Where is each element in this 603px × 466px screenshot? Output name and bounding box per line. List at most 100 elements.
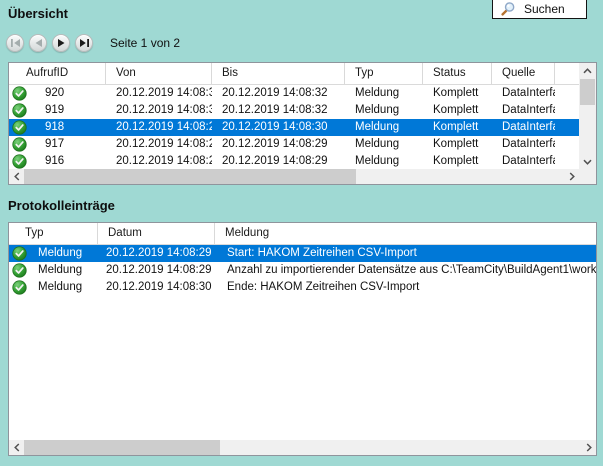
status-cell: Komplett xyxy=(423,85,492,102)
status-cell: Komplett xyxy=(423,136,492,153)
success-icon xyxy=(12,137,27,152)
quelle-cell: DataInterface xyxy=(492,85,555,102)
success-icon xyxy=(12,154,27,169)
column-header-filler xyxy=(555,63,579,84)
typ-cell: Meldung xyxy=(9,262,98,279)
column-header-bis[interactable]: Bis xyxy=(212,63,345,84)
protocol-table: Typ Datum Meldung Meldung20.12.2019 14:0… xyxy=(8,222,597,456)
von-cell: 20.12.2019 14:08:30 xyxy=(106,102,212,119)
typ-cell: Meldung xyxy=(9,245,98,262)
protocol-table-header: Typ Datum Meldung xyxy=(9,223,596,245)
horizontal-scrollbar-thumb[interactable] xyxy=(24,440,220,455)
table-row[interactable]: 91820.12.2019 14:08:2920.12.2019 14:08:3… xyxy=(9,119,579,136)
quelle-cell: DataInterface xyxy=(492,136,555,153)
typ-cell: Meldung xyxy=(345,85,423,102)
von-cell: 20.12.2019 14:08:29 xyxy=(106,136,212,153)
overview-table-header: AufrufID Von Bis Typ Status Quelle xyxy=(9,63,579,85)
quelle-cell: DataInterface xyxy=(492,119,555,136)
von-cell: 20.12.2019 14:08:32 xyxy=(106,85,212,102)
column-header-typ[interactable]: Typ xyxy=(9,223,98,244)
last-page-button[interactable] xyxy=(75,34,93,52)
aufrufid-cell: 919 xyxy=(9,102,106,119)
meldung-cell: Start: HAKOM Zeitreihen CSV-Import xyxy=(215,245,596,262)
first-page-icon xyxy=(11,39,20,47)
status-cell: Komplett xyxy=(423,119,492,136)
aufrufid-cell: 920 xyxy=(9,85,106,102)
bis-cell: 20.12.2019 14:08:30 xyxy=(212,119,345,136)
scroll-down-icon[interactable] xyxy=(579,154,596,169)
bis-cell: 20.12.2019 14:08:32 xyxy=(212,102,345,119)
table-row[interactable]: Meldung20.12.2019 14:08:29Anzahl zu impo… xyxy=(9,262,596,279)
meldung-cell: Ende: HAKOM Zeitreihen CSV-Import xyxy=(215,279,596,296)
success-icon xyxy=(12,263,27,278)
datum-cell: 20.12.2019 14:08:30 xyxy=(98,279,215,296)
vertical-scrollbar-thumb[interactable] xyxy=(580,79,595,105)
search-icon xyxy=(501,1,516,16)
column-header-quelle[interactable]: Quelle xyxy=(492,63,555,84)
typ-cell: Meldung xyxy=(9,279,98,296)
table-row[interactable]: 91920.12.2019 14:08:3020.12.2019 14:08:3… xyxy=(9,102,579,119)
success-icon xyxy=(12,103,27,118)
scrollbar-corner xyxy=(579,169,596,184)
bis-cell: 20.12.2019 14:08:29 xyxy=(212,153,345,169)
previous-page-button[interactable] xyxy=(29,34,47,52)
scroll-left-icon[interactable] xyxy=(9,169,24,184)
search-button-label: Suchen xyxy=(524,2,565,16)
next-page-button[interactable] xyxy=(52,34,70,52)
success-icon xyxy=(12,86,27,101)
quelle-cell: DataInterface xyxy=(492,102,555,119)
previous-page-icon xyxy=(35,39,42,47)
next-page-icon xyxy=(58,39,65,47)
table-row[interactable]: 92020.12.2019 14:08:3220.12.2019 14:08:3… xyxy=(9,85,579,102)
status-cell: Komplett xyxy=(423,102,492,119)
log-viewer-window: { "colors": { "background": "#9fd9d3", "… xyxy=(0,0,603,466)
aufrufid-cell: 918 xyxy=(9,119,106,136)
datum-cell: 20.12.2019 14:08:29 xyxy=(98,262,215,279)
protocol-horizontal-scrollbar[interactable] xyxy=(9,440,596,455)
status-cell: Komplett xyxy=(423,153,492,169)
success-icon xyxy=(12,280,27,295)
von-cell: 20.12.2019 14:08:29 xyxy=(106,119,212,136)
column-header-status[interactable]: Status xyxy=(423,63,492,84)
typ-cell: Meldung xyxy=(345,119,423,136)
bis-cell: 20.12.2019 14:08:29 xyxy=(212,136,345,153)
meldung-cell: Anzahl zu importierender Datensätze aus … xyxy=(215,262,596,279)
overview-vertical-scrollbar[interactable] xyxy=(579,63,596,169)
scroll-right-icon[interactable] xyxy=(581,440,596,455)
overview-title: Übersicht xyxy=(8,6,68,21)
typ-cell: Meldung xyxy=(345,102,423,119)
von-cell: 20.12.2019 14:08:29 xyxy=(106,153,212,169)
aufrufid-cell: 917 xyxy=(9,136,106,153)
protocol-title: Protokolleinträge xyxy=(8,198,115,213)
table-row[interactable]: Meldung20.12.2019 14:08:30Ende: HAKOM Ze… xyxy=(9,279,596,296)
column-header-datum[interactable]: Datum xyxy=(98,223,215,244)
first-page-button[interactable] xyxy=(6,34,24,52)
page-indicator: Seite 1 von 2 xyxy=(110,36,180,50)
typ-cell: Meldung xyxy=(345,153,423,169)
bis-cell: 20.12.2019 14:08:32 xyxy=(212,85,345,102)
aufrufid-cell: 916 xyxy=(9,153,106,169)
column-header-typ[interactable]: Typ xyxy=(345,63,423,84)
scroll-left-icon[interactable] xyxy=(9,440,24,455)
column-header-aufrufid[interactable]: AufrufID xyxy=(9,63,106,84)
table-row[interactable]: Meldung20.12.2019 14:08:29Start: HAKOM Z… xyxy=(9,245,596,262)
search-button[interactable]: Suchen xyxy=(492,0,587,19)
table-row[interactable]: 91720.12.2019 14:08:2920.12.2019 14:08:2… xyxy=(9,136,579,153)
table-row[interactable]: 91620.12.2019 14:08:2920.12.2019 14:08:2… xyxy=(9,153,579,169)
overview-table: AufrufID Von Bis Typ Status Quelle 92020… xyxy=(8,62,597,185)
column-header-von[interactable]: Von xyxy=(106,63,212,84)
protocol-table-body: Meldung20.12.2019 14:08:29Start: HAKOM Z… xyxy=(9,245,596,296)
scroll-right-icon[interactable] xyxy=(564,169,579,184)
last-page-icon xyxy=(80,39,89,47)
success-icon xyxy=(12,120,27,135)
pagination: Seite 1 von 2 xyxy=(6,33,180,53)
typ-cell: Meldung xyxy=(345,136,423,153)
scroll-up-icon[interactable] xyxy=(579,63,596,78)
datum-cell: 20.12.2019 14:08:29 xyxy=(98,245,215,262)
success-icon xyxy=(12,246,27,261)
overview-table-body: 92020.12.2019 14:08:3220.12.2019 14:08:3… xyxy=(9,85,579,169)
overview-horizontal-scrollbar[interactable] xyxy=(9,169,579,184)
column-header-meldung[interactable]: Meldung xyxy=(215,223,596,244)
horizontal-scrollbar-thumb[interactable] xyxy=(24,169,356,184)
quelle-cell: DataInterface xyxy=(492,153,555,169)
